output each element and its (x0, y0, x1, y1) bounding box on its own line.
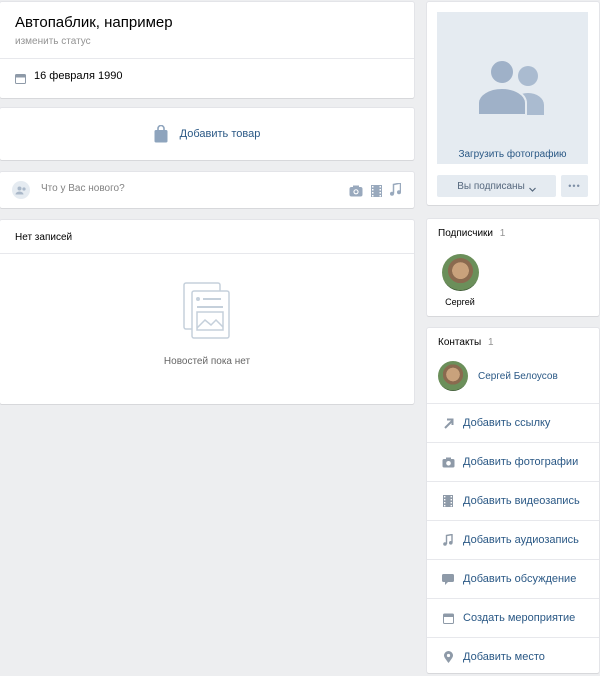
add-product-button[interactable]: Добавить товар (0, 108, 414, 160)
add-link-button[interactable]: Добавить ссылку (427, 403, 599, 442)
add-link-label: Добавить ссылку (463, 417, 551, 429)
wall-header: Нет записей (15, 232, 73, 243)
chat-bubble-icon (441, 572, 455, 586)
add-video-label: Добавить видеозапись (463, 495, 580, 507)
post-input[interactable]: Что у Вас нового? (41, 183, 125, 194)
add-product-label: Добавить товар (179, 128, 261, 140)
add-audio-label: Добавить аудиозапись (463, 534, 579, 546)
calendar-icon (15, 71, 26, 84)
contact-item[interactable]: Сергей Белоусов (438, 361, 558, 391)
contacts-count: 1 (487, 337, 494, 348)
composer-card: Что у Вас нового? (0, 172, 414, 208)
subscribers-card: Подписчики 1 Сергей (427, 219, 599, 316)
contacts-header[interactable]: Контакты 1 (438, 337, 494, 348)
link-arrow-icon (441, 416, 455, 430)
subscriber-name: Сергей (445, 297, 475, 307)
film-icon[interactable] (371, 184, 382, 197)
change-status-link[interactable]: изменить статус (15, 36, 91, 47)
calendar-icon (441, 611, 455, 625)
users-placeholder-icon (476, 57, 552, 117)
empty-feed-text: Новостей пока нет (163, 356, 251, 367)
market-card: Добавить товар (0, 108, 414, 160)
subscribers-count: 1 (499, 228, 506, 239)
create-event-label: Создать мероприятие (463, 612, 576, 624)
camera-icon (441, 455, 455, 469)
wall-card: Нет записей Новостей пока нет (0, 220, 414, 404)
more-button[interactable]: ••• (561, 175, 588, 197)
add-photos-button[interactable]: Добавить фотографии (427, 442, 599, 481)
subscribers-header[interactable]: Подписчики 1 (438, 228, 505, 239)
more-dots-icon: ••• (568, 181, 581, 191)
avatar (438, 361, 468, 391)
map-pin-icon (441, 650, 455, 664)
empty-feed-icon (183, 282, 231, 340)
user-avatar-icon (12, 181, 30, 199)
page-title: Автопаблик, например (15, 14, 173, 31)
shopping-bag-icon (154, 124, 168, 143)
contact-name: Сергей Белоусов (478, 370, 558, 382)
upload-photo-area[interactable]: Загрузить фотографию (437, 12, 588, 164)
divider (0, 58, 414, 59)
photo-card: Загрузить фотографию Вы подписаны ••• (427, 2, 599, 205)
chevron-down-icon (528, 184, 536, 192)
avatar (441, 254, 479, 291)
upload-photo-label: Загрузить фотографию (458, 149, 567, 160)
divider (0, 253, 414, 254)
subscribed-button[interactable]: Вы подписаны (437, 175, 556, 197)
birthday-value: 16 февраля 1990 (34, 70, 123, 82)
contacts-card: Контакты 1 Сергей Белоусов Добавить ссыл… (427, 328, 599, 673)
subscribers-title: Подписчики (438, 228, 494, 239)
add-discussion-label: Добавить обсуждение (463, 573, 577, 585)
add-video-button[interactable]: Добавить видеозапись (427, 481, 599, 520)
add-discussion-button[interactable]: Добавить обсуждение (427, 559, 599, 598)
add-place-label: Добавить место (463, 651, 545, 663)
profile-card: Автопаблик, например изменить статус 16 … (0, 2, 414, 98)
music-note-icon[interactable] (390, 182, 402, 196)
camera-icon[interactable] (349, 184, 363, 197)
film-icon (441, 494, 455, 508)
create-event-button[interactable]: Создать мероприятие (427, 598, 599, 637)
music-note-icon (441, 533, 455, 547)
contacts-title: Контакты (438, 337, 482, 348)
subscribed-label: Вы подписаны (457, 180, 525, 192)
add-place-button[interactable]: Добавить место (427, 637, 599, 676)
birthday-row: 16 февраля 1990 (15, 70, 123, 84)
subscriber-item[interactable]: Сергей (440, 254, 480, 307)
add-photos-label: Добавить фотографии (463, 456, 579, 468)
add-audio-button[interactable]: Добавить аудиозапись (427, 520, 599, 559)
